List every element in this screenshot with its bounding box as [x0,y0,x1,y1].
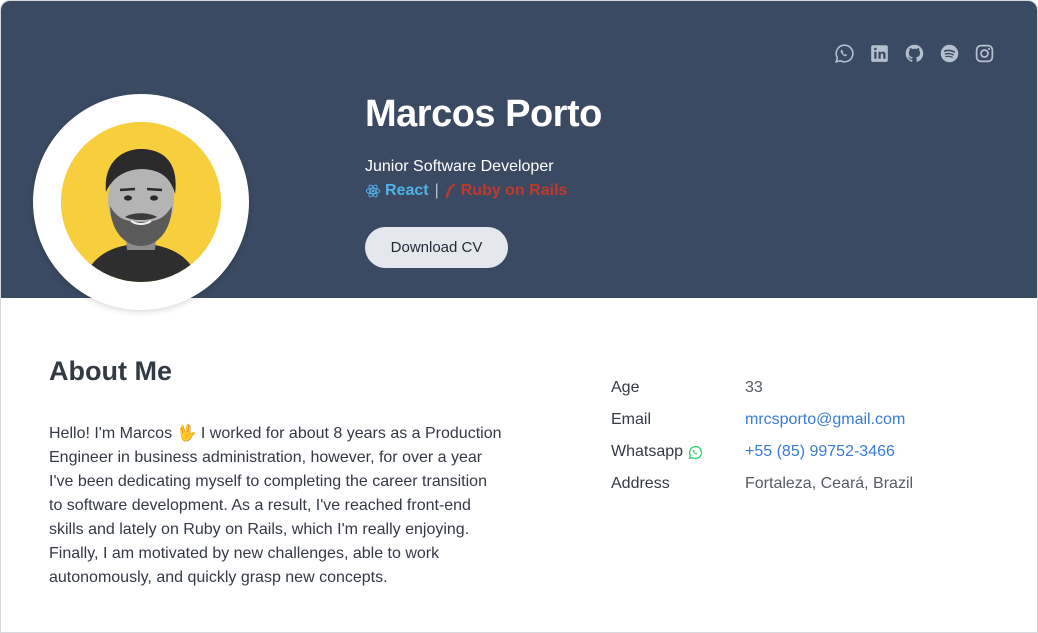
email-link[interactable]: mrcsporto@gmail.com [745,411,905,429]
linkedin-icon[interactable] [869,43,890,64]
info-table: Age 33 Email mrcsporto@gmail.com Whatsap… [611,372,913,500]
info-row-email: Email mrcsporto@gmail.com [611,404,913,436]
react-icon [365,184,381,198]
email-label: Email [611,411,652,428]
github-icon[interactable] [904,43,925,64]
person-portrait-icon [61,122,221,282]
instagram-icon[interactable] [974,43,995,64]
tech-stack: React | Ruby on Rails [365,182,567,200]
info-row-age: Age 33 [611,372,913,404]
stack-separator: | [434,182,439,199]
about-title: About Me [49,356,172,386]
about-text: Hello! I'm Marcos 🖖 I worked for about 8… [49,425,502,586]
whatsapp-link[interactable]: +55 (85) 99752-3466 [745,443,895,461]
page-frame: Marcos Porto Junior Software Developer R… [0,0,1038,633]
rails-label: Ruby on Rails [460,182,568,199]
whatsapp-key: Whatsapp [611,443,745,461]
info-row-address: Address Fortaleza, Ceará, Brazil [611,468,913,500]
age-value: 33 [745,379,763,396]
address-label: Address [611,475,670,492]
info-row-whatsapp: Whatsapp +55 (85) 99752-3466 [611,436,913,468]
avatar [33,94,249,310]
profile-role: Junior Software Developer [365,158,554,175]
profile-name: Marcos Porto [365,93,602,135]
whatsapp-icon[interactable] [834,43,855,64]
age-label: Age [611,379,640,396]
whatsapp-label: Whatsapp [611,443,684,460]
social-links [834,43,995,64]
address-value: Fortaleza, Ceará, Brazil [745,475,914,492]
spotify-icon[interactable] [939,43,960,64]
download-cv-button[interactable]: Download CV [365,227,508,268]
avatar-photo [61,122,221,282]
whatsapp-small-icon [688,445,703,459]
react-label: React [385,182,429,199]
rails-icon [445,184,455,198]
